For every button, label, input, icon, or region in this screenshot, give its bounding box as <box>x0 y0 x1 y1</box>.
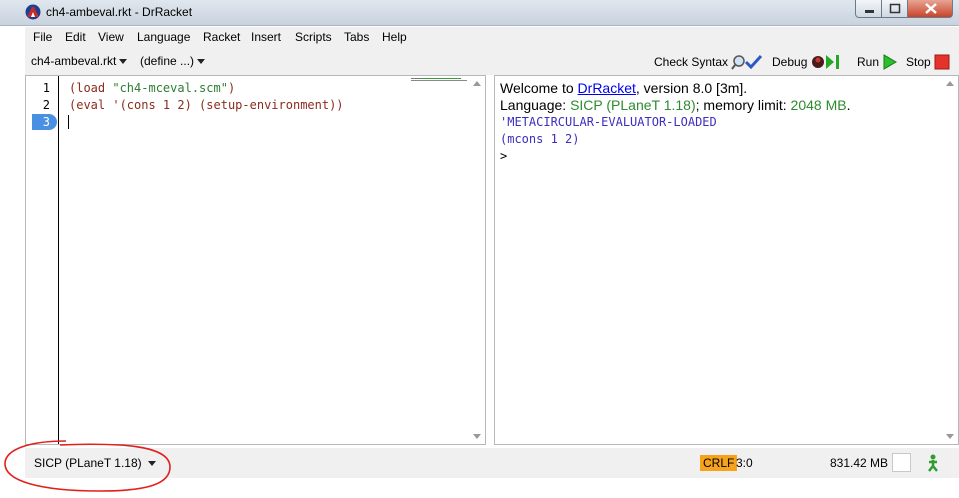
menu-tabs[interactable]: Tabs <box>344 30 369 44</box>
text-caret <box>68 115 69 129</box>
memory-prefix: ; memory limit: <box>695 97 791 113</box>
menu-language[interactable]: Language <box>137 30 190 44</box>
line-number: 1 <box>42 81 50 95</box>
file-menu-button[interactable]: ch4-ambeval.rkt <box>31 54 128 68</box>
code-token: ) <box>227 81 236 95</box>
chevron-down-icon <box>119 59 128 64</box>
menu-view[interactable]: View <box>98 30 124 44</box>
language-line: Language: SICP (PLaneT 1.18); memory lim… <box>500 97 850 113</box>
scroll-arrows-icon <box>946 81 954 439</box>
title-bar: ch4-ambeval.rkt - DrRacket <box>0 0 959 26</box>
minimap-thumbnail <box>411 78 467 81</box>
define-menu-label: (define ...) <box>140 54 195 68</box>
scroll-arrows-icon <box>473 81 481 439</box>
chevron-down-icon <box>197 59 206 64</box>
debug-bug-icon <box>811 55 839 69</box>
menu-racket[interactable]: Racket <box>203 30 240 44</box>
line-number: 3 <box>42 115 50 129</box>
stop-label: Stop <box>906 55 931 69</box>
minimize-button[interactable] <box>855 0 882 18</box>
close-button[interactable] <box>907 0 953 18</box>
editor-scrollbar[interactable] <box>469 76 485 444</box>
repl-output: 'METACIRCULAR-EVALUATOR-LOADED <box>500 115 717 129</box>
run-button[interactable]: Run <box>857 54 898 70</box>
debug-label: Debug <box>772 55 808 69</box>
gc-indicator <box>892 453 911 472</box>
drracket-link[interactable]: DrRacket <box>578 80 636 96</box>
welcome-line: Welcome to DrRacket, version 8.0 [3m]. <box>500 80 747 96</box>
line-number: 2 <box>42 98 50 112</box>
repl-output: (mcons 1 2) <box>500 132 580 146</box>
code-token: (eval '(cons 1 2) (setup-environment)) <box>69 98 344 112</box>
language-name: SICP (PLaneT 1.18) <box>570 97 696 113</box>
version-text: , version 8.0 [3m]. <box>635 80 748 96</box>
repl-scrollbar[interactable] <box>942 76 958 444</box>
language-prefix: Language: <box>500 97 571 113</box>
define-menu-button[interactable]: (define ...) <box>140 54 206 68</box>
repl-prompt: > <box>500 149 508 163</box>
code-token: "ch4-mceval.scm" <box>112 81 228 95</box>
code-line: (eval '(cons 1 2) (setup-environment)) <box>69 98 344 112</box>
line-ending-badge[interactable]: CRLF <box>700 455 738 471</box>
drracket-logo-icon <box>25 4 41 20</box>
file-menu-label: ch4-ambeval.rkt <box>31 54 117 68</box>
close-icon <box>925 3 937 14</box>
menu-insert[interactable]: Insert <box>251 30 281 44</box>
minimize-icon <box>865 10 874 13</box>
magnifier-check-icon <box>731 54 763 70</box>
menu-help[interactable]: Help <box>382 30 407 44</box>
memory-usage[interactable]: 831.42 MB <box>830 456 888 470</box>
interactions-pane[interactable]: Welcome to DrRacket, version 8.0 [3m]. L… <box>494 75 959 445</box>
cursor-position: 3:0 <box>736 456 753 470</box>
run-label: Run <box>857 55 880 69</box>
line-number-gutter: 1 2 3 <box>26 76 59 444</box>
maximize-icon <box>889 3 901 14</box>
debug-button[interactable]: Debug <box>772 54 845 70</box>
code-token: (load <box>69 81 113 95</box>
menu-file[interactable]: File <box>33 30 52 44</box>
running-person-icon <box>928 454 938 472</box>
check-syntax-label: Check Syntax <box>654 55 729 69</box>
stop-button[interactable]: Stop <box>906 54 950 70</box>
memory-limit: 2048 MB <box>790 97 847 113</box>
memory-suffix: . <box>846 97 851 113</box>
code-line: (load "ch4-mceval.scm") <box>69 81 235 95</box>
menu-edit[interactable]: Edit <box>65 30 86 44</box>
maximize-button[interactable] <box>881 0 908 18</box>
stop-square-icon <box>934 54 950 70</box>
menu-scripts[interactable]: Scripts <box>295 30 332 44</box>
menu-bar: File Edit View Language Racket Insert Sc… <box>25 27 959 47</box>
annotation-circle <box>4 440 171 492</box>
run-arrow-icon <box>883 54 898 70</box>
check-syntax-button[interactable]: Check Syntax <box>654 54 763 70</box>
welcome-text: Welcome to <box>500 80 578 96</box>
window-title: ch4-ambeval.rkt - DrRacket <box>46 5 193 19</box>
definitions-editor[interactable]: 1 2 3 (load "ch4-mceval.scm") (eval '(co… <box>25 75 486 445</box>
toolbar: ch4-ambeval.rkt (define ...) Check Synta… <box>25 47 959 75</box>
